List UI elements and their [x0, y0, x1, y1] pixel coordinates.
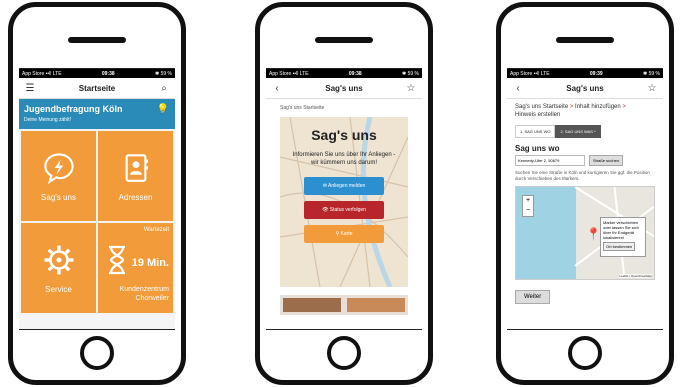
star-icon[interactable]: ☆ [646, 82, 658, 94]
address-row: Straße suchen [507, 155, 663, 166]
status-time: 09:39 [589, 70, 603, 77]
status-time: 09:38 [101, 70, 115, 77]
nav-bar: ‹ Sag's uns ☆ [266, 78, 422, 99]
status-verfolgen-button[interactable]: 👁 Status verfolgen [304, 201, 384, 219]
status-carrier: App Store ••ll LTE [510, 70, 550, 77]
breadcrumb-hinweis: Hinweis erstellen [515, 112, 561, 118]
phone-speaker [68, 37, 126, 43]
phone-frame-startseite: App Store ••ll LTE 09:38 ✱ 59 % ☰ Starts… [8, 2, 186, 385]
home-button[interactable] [327, 336, 361, 370]
tile-wartezeit[interactable]: Wartezeit 19 Min. Kundenzentrum Chorweil… [98, 223, 173, 313]
hero-title: Jugendbefragung Köln [24, 104, 123, 114]
home-button[interactable] [568, 336, 602, 370]
wartezeit-value: 19 Min. [131, 257, 169, 269]
status-time: 09:38 [348, 70, 362, 77]
anliegen-melden-button[interactable]: ✉ Anliegen melden [304, 177, 384, 195]
card-title: Sag's uns [311, 127, 377, 143]
zoom-in-icon[interactable]: + [523, 196, 533, 206]
status-battery: ✱ 59 % [643, 70, 660, 77]
map-attribution[interactable]: Leaflet | OpenStreetMap [619, 274, 652, 278]
hourglass-icon [109, 245, 125, 275]
phone-frame-sags-uns: App Store ••ll LTE 09:38 ✱ 59 % ‹ Sag's … [255, 2, 433, 385]
nav-title: Startseite [78, 83, 116, 93]
status-carrier: App Store ••ll LTE [22, 70, 62, 77]
hint-text: Suchen Sie eine Straße in Köln und korri… [515, 170, 650, 181]
ort-bestimmen-button[interactable]: Ort bestimmen [603, 242, 636, 251]
thumbnail-image[interactable] [283, 298, 341, 312]
location-map[interactable]: + − 📍 Marker verschieben oder lassen Sie… [515, 186, 655, 280]
step-tabs: 1. SAG UNS WO 2. SAG UNS WAS * [507, 123, 663, 140]
kundenzentrum-line1: Kundenzentrum [119, 286, 169, 293]
card-description: Informieren Sie uns über Ihr Anliegen - … [292, 152, 396, 166]
speech-bubble-icon [43, 152, 74, 184]
phone-speaker [556, 37, 614, 43]
status-carrier: App Store ••ll LTE [269, 70, 309, 77]
status-bar: App Store ••ll LTE 09:38 ✱ 59 % [266, 69, 422, 78]
nav-title: Sag's uns [325, 83, 363, 93]
karte-button[interactable]: ⚲ Karte [304, 225, 384, 243]
phone-frame-sag-uns-wo: App Store ••ll LTE 09:39 ✱ 59 % ‹ Sag's … [496, 2, 674, 385]
marker-popup: Marker verschieben oder lassen Sie sich … [600, 217, 646, 257]
tile-adressen-label: Adressen [118, 192, 153, 202]
back-chevron-icon[interactable]: ‹ [512, 82, 524, 94]
status-battery: ✱ 59 % [402, 70, 419, 77]
tile-sags-uns[interactable]: Sag's uns [21, 131, 96, 221]
kundenzentrum-line2: Chorweiler [135, 295, 169, 302]
back-chevron-icon[interactable]: ‹ [271, 82, 283, 94]
breadcrumb-arrow-icon: > [622, 104, 626, 110]
tile-sags-uns-label: Sag's uns [41, 192, 76, 202]
screen-sag-uns-wo: App Store ••ll LTE 09:39 ✱ 59 % ‹ Sag's … [507, 68, 663, 330]
breadcrumb[interactable]: Sag's uns Startseite [266, 99, 422, 117]
status-battery: ✱ 59 % [155, 70, 172, 77]
breadcrumb: Sag's uns Startseite > Inhalt hinzufügen… [507, 99, 663, 123]
kundenzentrum-label: Kundenzentrum Chorweiler [120, 285, 169, 303]
lightbulb-icon: 💡 [156, 104, 169, 115]
address-input[interactable] [515, 155, 585, 166]
thumbnail-image[interactable] [347, 298, 405, 312]
map-marker-icon[interactable]: 📍 [586, 227, 601, 241]
sags-uns-card: Sag's uns Informieren Sie uns über Ihr A… [280, 117, 408, 287]
screen-sags-uns: App Store ••ll LTE 09:38 ✱ 59 % ‹ Sag's … [266, 68, 422, 330]
hero-subtitle: Deine Meinung zählt! [24, 117, 71, 123]
popup-text: Marker verschieben oder lassen Sie sich … [603, 220, 639, 240]
star-icon[interactable]: ☆ [405, 82, 417, 94]
screen-startseite: App Store ••ll LTE 09:38 ✱ 59 % ☰ Starts… [19, 68, 175, 330]
weiter-button[interactable]: Weiter [515, 290, 551, 304]
nav-bar: ‹ Sag's uns ☆ [507, 78, 663, 99]
nav-title: Sag's uns [566, 83, 604, 93]
zoom-control: + − [522, 195, 534, 217]
tile-service[interactable]: Service [21, 223, 96, 313]
search-icon[interactable]: ⌕ [158, 82, 170, 94]
nav-bar: ☰ Startseite ⌕ [19, 78, 175, 99]
status-bar: App Store ••ll LTE 09:39 ✱ 59 % [507, 69, 663, 78]
tile-adressen[interactable]: Adressen [98, 131, 173, 221]
section-heading: Sag uns wo [515, 144, 560, 153]
address-book-icon [125, 153, 148, 182]
thumbnail-strip [280, 295, 408, 315]
wartezeit-label: Wartezeit [143, 227, 169, 233]
status-bar: App Store ••ll LTE 09:38 ✱ 59 % [19, 69, 175, 78]
breadcrumb-startseite[interactable]: Sag's uns Startseite [515, 104, 568, 110]
strasse-suchen-button[interactable]: Straße suchen [589, 155, 624, 166]
hamburger-menu-icon[interactable]: ☰ [24, 82, 36, 94]
tab-sag-uns-was[interactable]: 2. SAG UNS WAS * [555, 125, 601, 138]
hero-banner[interactable]: Jugendbefragung Köln Deine Meinung zählt… [19, 99, 175, 129]
zoom-out-icon[interactable]: − [523, 206, 533, 216]
phone-speaker [315, 37, 373, 43]
gear-icon [44, 245, 73, 274]
tile-grid: Sag's uns Adressen Service Wartezeit 19 … [19, 129, 175, 315]
home-button[interactable] [80, 336, 114, 370]
breadcrumb-inhalt[interactable]: Inhalt hinzufügen [575, 104, 621, 110]
tab-sag-uns-wo[interactable]: 1. SAG UNS WO [515, 125, 556, 138]
tile-service-label: Service [45, 284, 72, 294]
